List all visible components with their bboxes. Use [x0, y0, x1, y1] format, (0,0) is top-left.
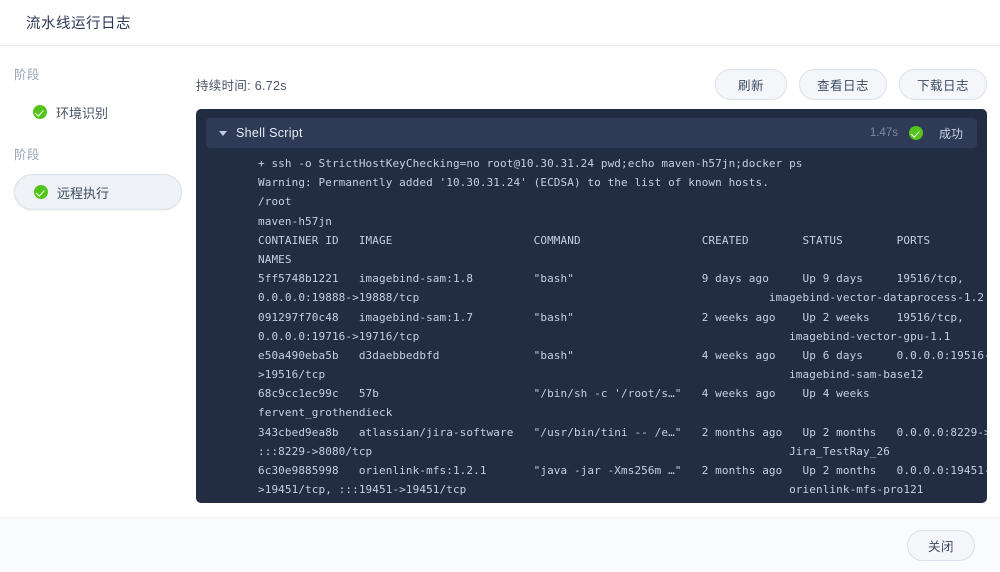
step-duration: 1.47s — [869, 127, 898, 139]
page-title: 流水线运行日志 — [26, 16, 131, 32]
terminal-line: e50a490eba5b d3daebbedbfd "bash" 4 weeks… — [258, 348, 987, 362]
terminal-line: 343cbed9ea8b atlassian/jira-software "/u… — [258, 425, 987, 439]
terminal-panel: Shell Script 1.47s 成功 + ssh -o StrictHos… — [196, 109, 987, 503]
dialog-body: 阶段 环境识别 阶段 远程执行 持续时间: 6.72s 刷新 查看日志 下载日志 — [0, 47, 1000, 517]
stage-group-label: 阶段 — [14, 68, 40, 82]
stage-item-label: 环境识别 — [56, 105, 109, 121]
terminal-line: :::8229->8080/tcp Jira_TestRay_26 — [258, 444, 890, 458]
step-title: Shell Script — [236, 126, 303, 140]
stage-item-label: 远程执行 — [57, 185, 110, 201]
terminal-scroll-area[interactable]: Shell Script 1.47s 成功 + ssh -o StrictHos… — [196, 109, 987, 503]
stage-group: 阶段 远程执行 — [0, 144, 196, 210]
stage-rail: 阶段 环境识别 阶段 远程执行 — [0, 47, 196, 517]
terminal-line: 091297f70c48 imagebind-sam:1.7 "bash" 2 … — [258, 310, 964, 324]
close-button[interactable]: 关闭 — [907, 529, 975, 561]
dialog-footer: 关闭 — [0, 517, 1000, 572]
chevron-down-icon[interactable] — [219, 130, 227, 136]
duration-text: 持续时间: 6.72s — [196, 78, 287, 93]
step-status-label: 成功 — [938, 126, 963, 141]
terminal-line: CONTAINER ID IMAGE COMMAND CREATED STATU… — [258, 233, 931, 247]
refresh-button[interactable]: 刷新 — [714, 68, 787, 100]
dialog-titlebar: 流水线运行日志 — [0, 0, 1000, 46]
stage-group: 阶段 环境识别 — [0, 64, 196, 130]
log-toolbar: 持续时间: 6.72s 刷新 查看日志 下载日志 — [196, 64, 1000, 104]
terminal-line: /root — [258, 195, 292, 209]
terminal-line: maven-h57jn — [258, 214, 332, 228]
terminal-line: NAMES — [258, 252, 292, 266]
terminal-line: fervent_grothendieck — [258, 406, 393, 420]
terminal-line: 5ff5748b1221 imagebind-sam:1.8 "bash" 9 … — [258, 272, 964, 286]
check-circle-icon — [33, 105, 47, 119]
terminal-line: >19516/tcp imagebind-sam-base12 — [258, 368, 924, 382]
terminal-line: >19451/tcp, :::19451->19451/tcp orienlin… — [258, 483, 924, 497]
terminal-line: 0.0.0.0:19888->19888/tcp imagebind-vecto… — [258, 291, 985, 305]
terminal-line: + ssh -o StrictHostKeyChecking=no root@1… — [258, 157, 803, 170]
view-log-button[interactable]: 查看日志 — [798, 68, 887, 100]
check-circle-icon — [34, 185, 48, 199]
terminal-output: + ssh -o StrictHostKeyChecking=no root@1… — [206, 154, 987, 499]
log-content-area: 持续时间: 6.72s 刷新 查看日志 下载日志 Shell Script 1.… — [196, 47, 1000, 517]
stage-item-environment-recognition[interactable]: 环境识别 — [14, 94, 182, 130]
stage-group-label: 阶段 — [14, 148, 40, 162]
terminal-line: 68c9cc1ec99c 57b "/bin/sh -c '/root/s…" … — [258, 387, 870, 401]
terminal-line: Warning: Permanently added '10.30.31.24'… — [258, 176, 769, 190]
step-header-shell-script[interactable]: Shell Script 1.47s 成功 — [206, 118, 977, 148]
download-log-button[interactable]: 下载日志 — [898, 68, 987, 100]
terminal-line: 6c30e9885998 orienlink-mfs:1.2.1 "java -… — [258, 464, 987, 477]
terminal-line: 0.0.0.0:19716->19716/tcp imagebind-vecto… — [258, 329, 951, 343]
check-circle-icon — [908, 126, 923, 140]
stage-item-remote-execution[interactable]: 远程执行 — [14, 174, 182, 210]
